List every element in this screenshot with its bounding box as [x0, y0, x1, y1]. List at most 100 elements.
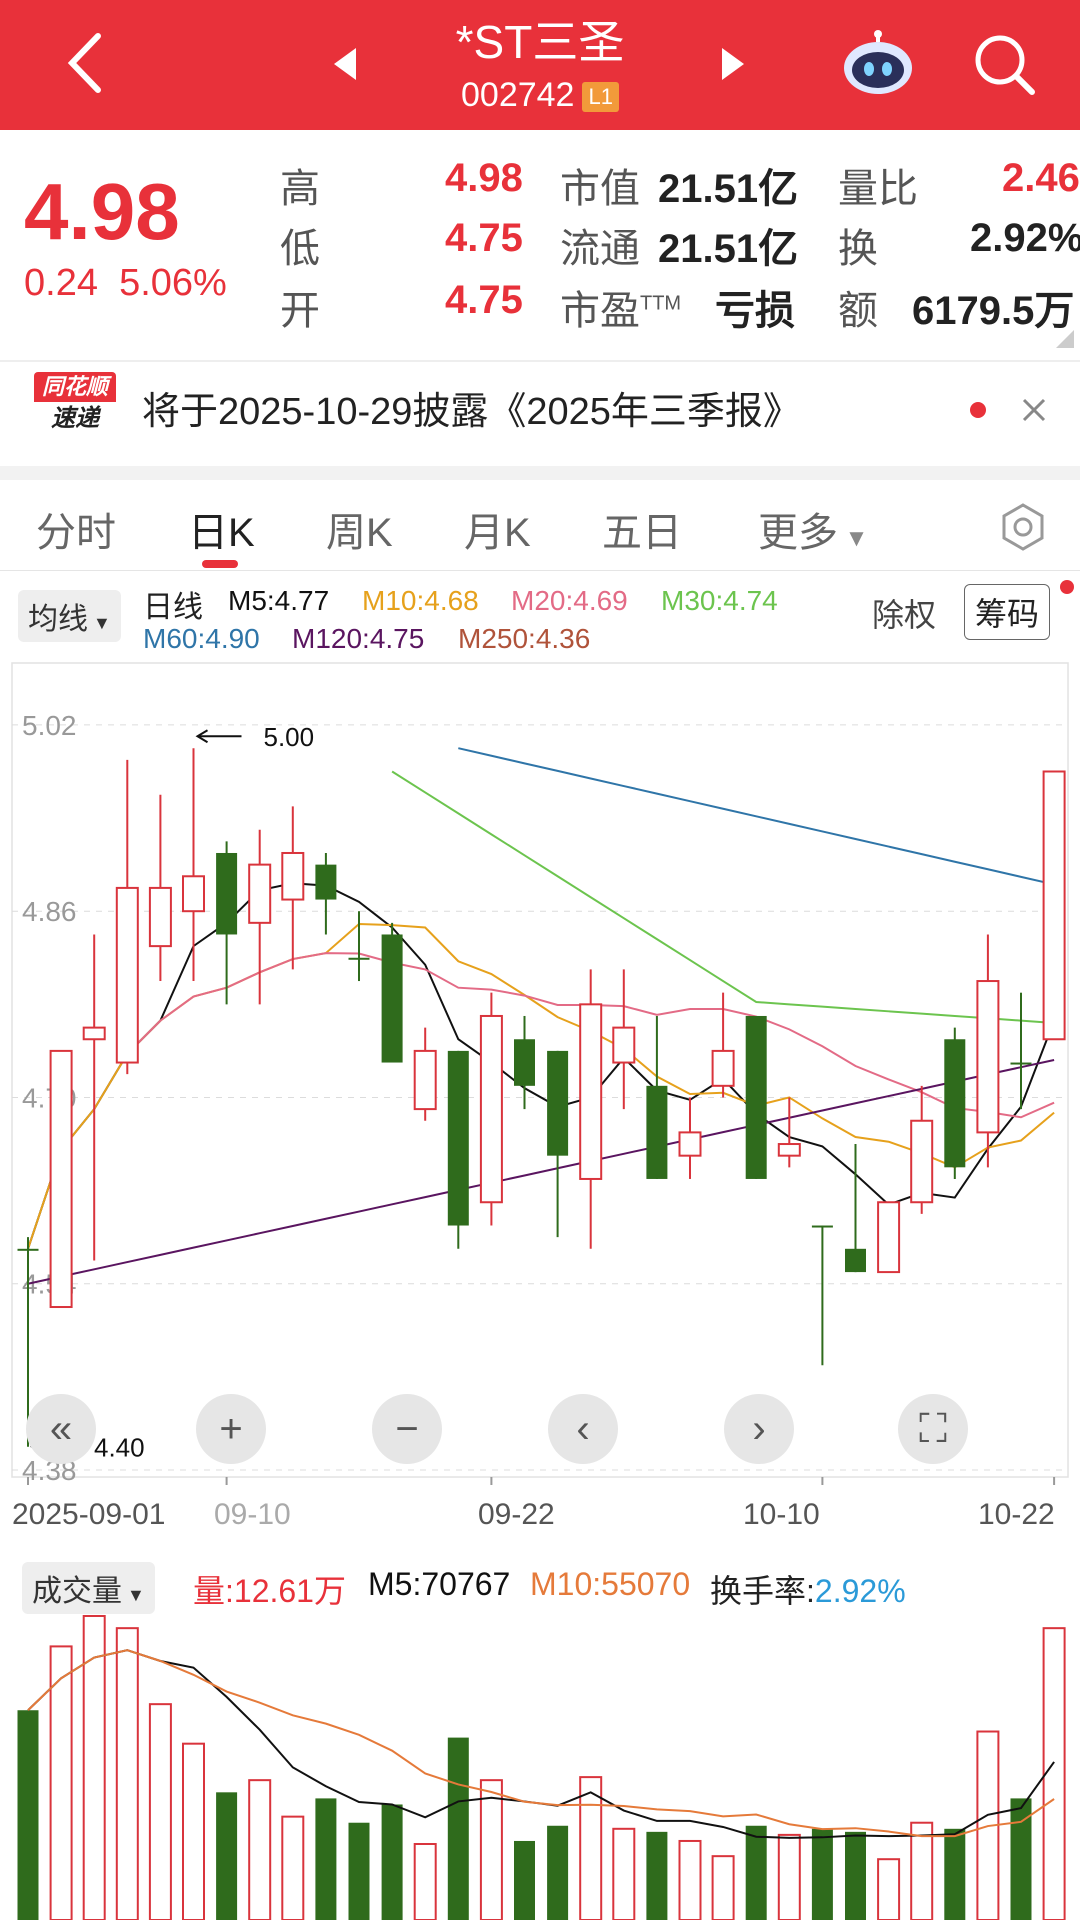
volume-bar — [479, 1779, 503, 1920]
float-label: 流通 — [560, 227, 640, 271]
volume-value: 量:12.61万 — [193, 1573, 346, 1609]
scroll-right-icon[interactable]: › — [724, 1394, 794, 1464]
candle-body — [877, 1201, 901, 1274]
tab-daily-k[interactable]: 日K — [188, 500, 255, 558]
volume-ma5-line — [27, 1649, 1055, 1839]
quote-panel: 4.98 0.24 5.06% 高 4.98 低 4.75 开 4.75 市值 … — [0, 130, 1080, 360]
ma10-label: M10:4.68 — [362, 585, 479, 616]
change-value: 0.24 — [24, 262, 98, 304]
low-price-label: 4.40 — [94, 1433, 145, 1463]
back-icon[interactable] — [60, 28, 110, 98]
date-label-2: 09-22 — [478, 1498, 555, 1531]
candle-body — [447, 1050, 469, 1226]
candle-body — [281, 851, 305, 901]
scroll-left-icon[interactable]: ‹ — [548, 1394, 618, 1464]
news-ticker[interactable]: 同花顺 速递 将于2025-10-29披露《2025年三季报》 — [0, 372, 1080, 452]
next-stock-icon[interactable] — [718, 44, 748, 84]
chevron-down-icon: ▼ — [88, 613, 111, 633]
volume-m5: M5:70767 — [368, 1566, 511, 1602]
expand-corner-icon[interactable] — [1056, 330, 1074, 348]
pe-value: 亏损 — [715, 289, 795, 333]
indicator-select-label: 均线 — [28, 603, 88, 636]
stock-title: *ST三圣 — [455, 16, 625, 68]
zoom-out-icon[interactable]: − — [372, 1394, 442, 1464]
volume-bar — [777, 1833, 801, 1920]
tab-five-day[interactable]: 五日 — [602, 500, 682, 558]
pe-label-text: 市盈 — [560, 289, 640, 333]
candle-body — [479, 1014, 503, 1204]
notification-dot-icon — [1060, 580, 1074, 594]
ma30-label: M30:4.74 — [661, 585, 778, 616]
candle-body — [413, 1049, 437, 1111]
candle-body — [348, 957, 370, 960]
settings-icon[interactable] — [998, 502, 1048, 552]
scroll-to-start-icon[interactable]: « — [26, 1394, 96, 1464]
volume-bar — [745, 1825, 767, 1920]
indicator-select[interactable]: 均线 ▼ — [18, 590, 121, 642]
open-value: 4.75 — [445, 278, 523, 322]
volume-bar — [514, 1840, 535, 1920]
volume-bar — [17, 1710, 39, 1920]
ex-rights-toggle[interactable]: 除权 — [872, 590, 936, 636]
candle-body — [148, 886, 172, 948]
chevron-down-icon: ▼ — [838, 525, 869, 552]
date-label-1: 09-10 — [214, 1498, 291, 1531]
volume-bar — [315, 1798, 337, 1920]
logo-bottom: 速递 — [51, 405, 99, 432]
volume-m10: M10:55070 — [530, 1566, 691, 1602]
date-label-start: 2025-09-01 — [12, 1498, 166, 1531]
high-value: 4.98 — [445, 156, 523, 200]
ma250-label: M250:4.36 — [458, 623, 591, 654]
tab-more[interactable]: 更多 ▼ — [758, 500, 868, 558]
volume-ratio-label: 量比 — [838, 167, 918, 211]
chart-frame — [11, 662, 1069, 1478]
zoom-in-icon[interactable]: + — [196, 1394, 266, 1464]
candle-body — [216, 852, 238, 935]
chip-distribution-button[interactable]: 筹码 — [964, 584, 1051, 640]
volume-select-label: 成交量 — [32, 1575, 122, 1608]
candle-body — [115, 886, 139, 1064]
candle-body — [248, 863, 272, 924]
volume-bar — [845, 1831, 866, 1920]
volume-bar — [148, 1703, 172, 1920]
close-icon[interactable] — [1020, 396, 1048, 424]
volume-ma10-line — [27, 1649, 1055, 1838]
turnover-rate-value: 2.92% — [814, 1573, 906, 1609]
candle-body — [49, 1049, 73, 1309]
robot-assistant-icon[interactable] — [838, 28, 918, 100]
search-icon[interactable] — [970, 30, 1040, 100]
tab-weekly-k[interactable]: 周K — [326, 500, 393, 558]
candle-body — [612, 1026, 636, 1064]
volume-bar — [281, 1815, 305, 1920]
volume-bar — [182, 1742, 205, 1920]
stock-code-row: 002742 L1 — [340, 76, 740, 115]
tab-intraday[interactable]: 分时 — [36, 500, 116, 558]
volume-bar — [381, 1804, 403, 1920]
candle-body — [514, 1039, 535, 1086]
kline-chart[interactable]: 5.024.864.704.544.38 5.004.40 — [0, 660, 1080, 1485]
pe-label: 市盈TTM — [560, 278, 681, 336]
volume-bar — [678, 1839, 702, 1920]
fullscreen-icon[interactable]: ⛶ — [898, 1394, 968, 1464]
candle-body — [646, 1085, 668, 1179]
tab-monthly-k[interactable]: 月K — [464, 500, 531, 558]
ma60-label: M60:4.90 — [143, 623, 260, 654]
candle-body — [976, 980, 1000, 1134]
period-tabs: 分时 日K 周K 月K 五日 更多 ▼ — [0, 480, 1080, 571]
volume-bar — [944, 1828, 966, 1920]
volume-chart[interactable] — [0, 1612, 1080, 1920]
amount-value: 6179.5万 — [912, 289, 1075, 333]
volume-indicator-select[interactable]: 成交量 ▼ — [22, 1562, 155, 1614]
volume-bar — [1042, 1627, 1066, 1920]
candle-body — [711, 1049, 735, 1087]
high-price-label: 5.00 — [264, 722, 315, 752]
news-text[interactable]: 将于2025-10-29披露《2025年三季报》 — [142, 380, 801, 435]
candle-body — [381, 934, 403, 1063]
turnover-label: 换 — [838, 227, 878, 271]
turnover-rate: 换手率:2.92% — [710, 1566, 906, 1612]
volume-bar — [248, 1779, 272, 1920]
level-badge[interactable]: L1 — [582, 82, 619, 113]
volume-bar — [49, 1645, 73, 1920]
candle-body — [1042, 770, 1066, 1041]
active-tab-indicator — [202, 560, 238, 568]
